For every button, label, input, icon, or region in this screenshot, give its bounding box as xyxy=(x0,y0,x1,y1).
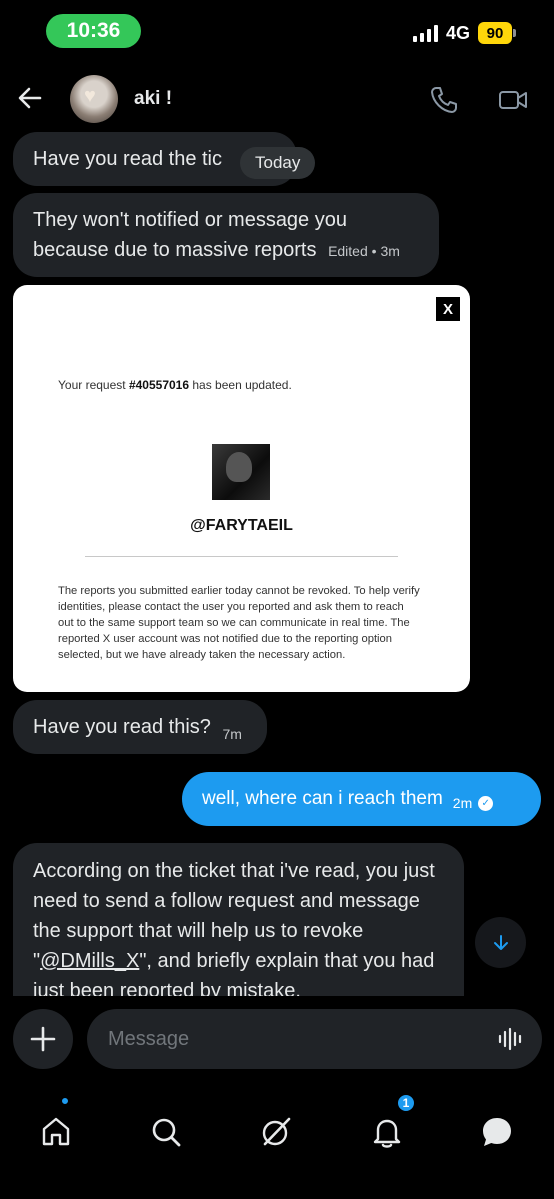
x-logo-icon: X xyxy=(436,297,460,321)
nav-home[interactable] xyxy=(36,1112,76,1152)
bottom-navigation xyxy=(0,1084,554,1199)
chat-bubble-icon xyxy=(483,1118,511,1146)
message-text: Have you read the tic xyxy=(33,148,222,170)
reported-handle: @FARYTAEIL xyxy=(190,517,293,534)
message-bubble-received[interactable]: Have you read this? 7m xyxy=(13,700,267,754)
message-composer xyxy=(0,996,554,1084)
message-bubble-received[interactable]: They won't notified or message you becau… xyxy=(13,193,439,277)
conversation-header: ♥ aki ! xyxy=(0,70,554,128)
message-input[interactable] xyxy=(87,1009,542,1069)
read-check-icon: ✓ xyxy=(478,795,494,811)
signal-icon xyxy=(412,24,438,42)
scroll-to-bottom-button[interactable] xyxy=(475,917,526,968)
notifications-badge: 1 xyxy=(396,1093,416,1113)
request-update-text: Your request #40557016 has been updated. xyxy=(58,378,292,392)
plus-icon xyxy=(30,1026,56,1052)
nav-messages[interactable] xyxy=(477,1112,517,1152)
search-icon xyxy=(152,1118,181,1147)
contact-name[interactable]: aki ! xyxy=(134,88,172,110)
profile-photo xyxy=(212,444,270,500)
nav-notifications[interactable] xyxy=(367,1112,407,1152)
grok-icon xyxy=(262,1117,291,1146)
video-call-icon[interactable] xyxy=(497,84,529,116)
status-time: 10:36 xyxy=(46,14,141,48)
message-timestamp: Edited • 3m xyxy=(328,243,400,259)
add-attachment-button[interactable] xyxy=(13,1009,73,1069)
status-indicators: 4G 90 xyxy=(412,22,516,44)
message-timestamp: 7m xyxy=(222,726,242,742)
arrow-down-icon xyxy=(493,934,508,950)
battery-level: 90 xyxy=(478,22,512,44)
message-timestamp: 2m xyxy=(452,795,473,811)
voice-message-icon[interactable] xyxy=(497,1025,525,1053)
avatar[interactable]: ♥ xyxy=(70,75,118,123)
message-bubble-sent[interactable]: well, where can i reach them 2m ✓ xyxy=(182,772,541,826)
nav-search[interactable] xyxy=(146,1112,186,1152)
message-text: well, where can i reach them xyxy=(202,788,443,809)
message-text: They won't notified or message you becau… xyxy=(33,209,347,261)
phone-call-icon[interactable] xyxy=(428,84,460,116)
home-icon xyxy=(42,1117,70,1146)
divider xyxy=(85,556,398,557)
bell-icon xyxy=(373,1119,401,1148)
home-unread-dot xyxy=(60,1096,70,1106)
mention-link[interactable]: @DMills_X xyxy=(40,950,139,972)
support-message-body: The reports you submitted earlier today … xyxy=(58,585,420,661)
message-text: Have you read this? xyxy=(33,716,211,738)
back-arrow-icon[interactable] xyxy=(14,82,46,114)
date-separator: Today xyxy=(240,147,316,179)
request-id: #40557016 xyxy=(128,378,190,392)
network-type: 4G xyxy=(445,22,470,43)
message-bubble-received[interactable]: According on the ticket that i've read, … xyxy=(13,843,464,996)
battery-icon: 90 xyxy=(478,22,516,44)
nav-grok[interactable] xyxy=(256,1112,296,1152)
attached-image[interactable]: X Your request #40557016 has been update… xyxy=(13,285,470,692)
